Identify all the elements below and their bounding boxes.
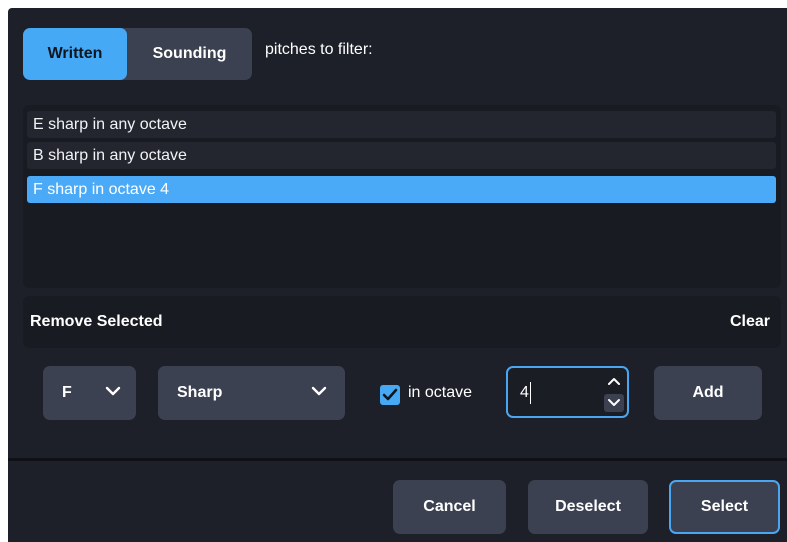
octave-stepper[interactable]: 4 (506, 366, 629, 418)
list-item-selected[interactable]: F sharp in octave 4 (27, 176, 776, 203)
chevron-down-icon (105, 386, 121, 396)
accidental-select[interactable]: Sharp (158, 366, 345, 420)
chevron-down-icon (311, 386, 327, 396)
written-button[interactable]: Written (23, 28, 127, 80)
note-select[interactable]: F (43, 366, 136, 420)
add-button[interactable]: Add (654, 366, 762, 420)
in-octave-checkbox[interactable] (380, 385, 400, 405)
accidental-value: Sharp (177, 384, 223, 401)
octave-value: 4 (520, 384, 529, 401)
remove-selected-button[interactable]: Remove Selected (30, 313, 163, 331)
pitch-mode-toggle: Written Sounding (23, 28, 252, 80)
checkmark-icon (382, 388, 398, 401)
filter-pitches-dialog: Written Sounding pitches to filter: E sh… (8, 8, 787, 542)
pitches-to-filter-label: pitches to filter: (265, 41, 373, 58)
cancel-button[interactable]: Cancel (393, 480, 506, 534)
list-item[interactable]: E sharp in any octave (27, 111, 776, 138)
clear-button[interactable]: Clear (730, 313, 770, 331)
select-button[interactable]: Select (669, 480, 780, 534)
text-caret (530, 382, 531, 404)
list-item[interactable]: B sharp in any octave (27, 142, 776, 169)
deselect-button[interactable]: Deselect (528, 480, 648, 534)
in-octave-label: in octave (408, 384, 473, 401)
stepper-arrows-icon[interactable] (604, 372, 624, 412)
note-value: F (62, 384, 72, 401)
pitch-list: E sharp in any octave B sharp in any oct… (23, 105, 781, 288)
list-action-bar: Remove Selected Clear (23, 296, 781, 348)
sounding-button[interactable]: Sounding (127, 28, 252, 80)
footer-divider (8, 458, 787, 461)
